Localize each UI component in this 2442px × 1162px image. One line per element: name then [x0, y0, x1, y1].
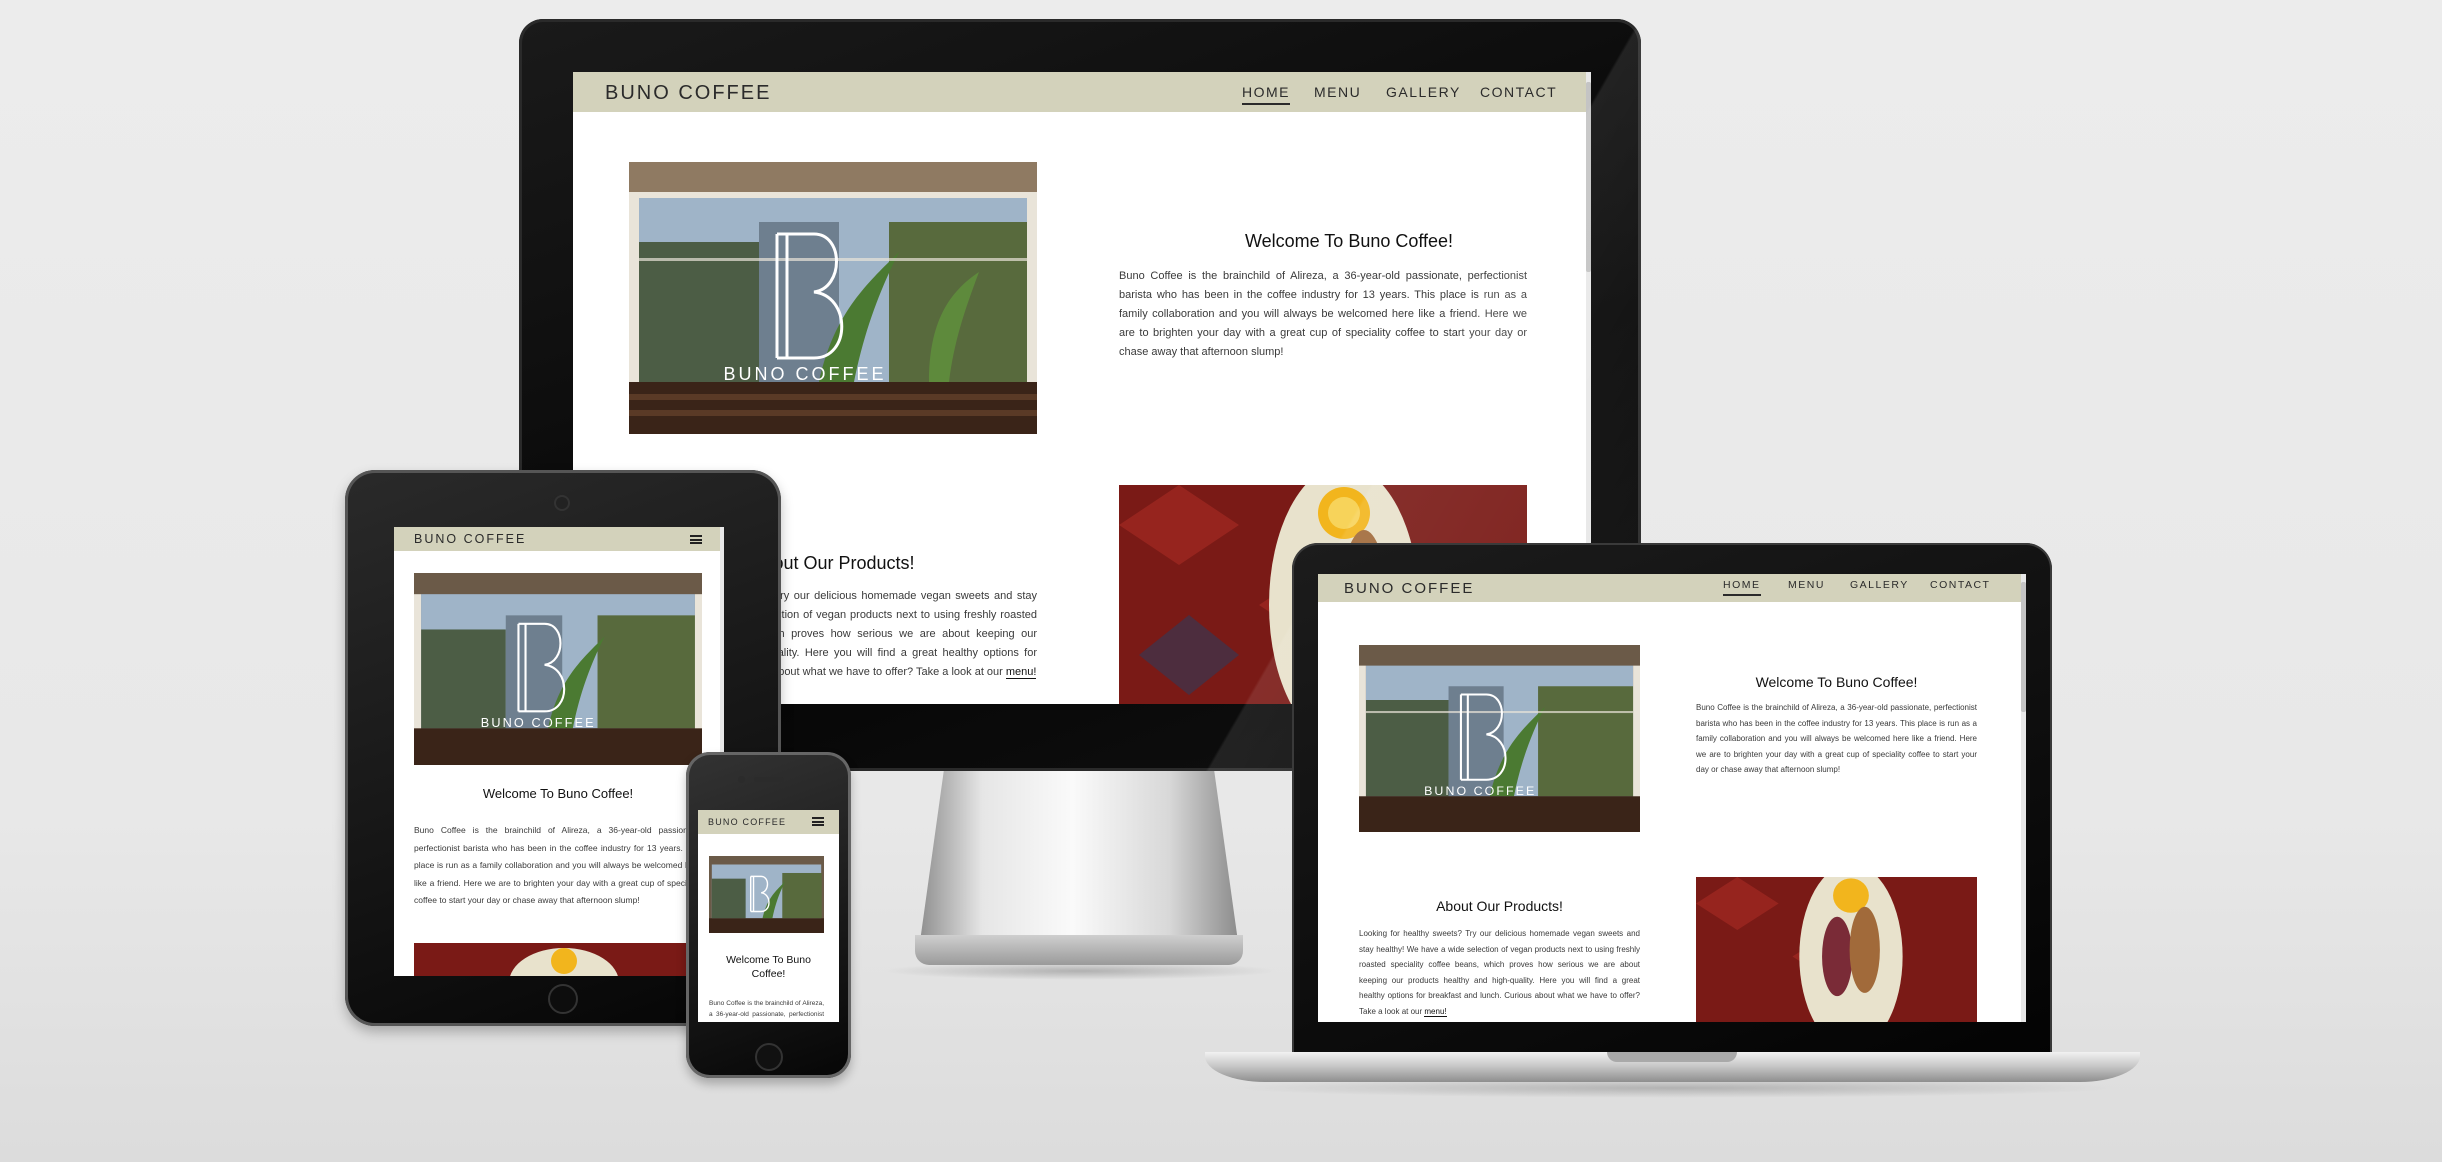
- navbar: BUNO COFFEE: [394, 527, 724, 551]
- welcome-heading: Welcome To Buno Coffee!: [482, 786, 634, 801]
- monitor-stand-neck: [918, 771, 1240, 956]
- brand-logo[interactable]: BUNO COFFEE: [1344, 580, 1474, 597]
- storefront-logo-text: BUNO COFFEE: [1424, 784, 1536, 798]
- navbar: BUNO COFFEE HOME MENU GALLERY CONTACT: [573, 72, 1591, 112]
- brand-logo[interactable]: BUNO COFFEE: [414, 532, 526, 546]
- storefront-logo-text: BUNO COFFEE: [723, 364, 886, 384]
- storefront-image: BUNO COFFEE: [414, 573, 702, 765]
- vegan-sweets-image: [414, 943, 702, 976]
- nav-contact[interactable]: CONTACT: [1480, 84, 1557, 100]
- welcome-heading: Welcome To Buno Coffee!: [1755, 674, 1918, 690]
- scrollbar-thumb[interactable]: [1586, 82, 1591, 272]
- brand-logo[interactable]: BUNO COFFEE: [708, 817, 786, 827]
- nav-home[interactable]: HOME: [1242, 84, 1290, 105]
- nav-menu[interactable]: MENU: [1314, 84, 1361, 100]
- vegan-sweets-image: [1696, 877, 1977, 1022]
- brand-logo[interactable]: BUNO COFFEE: [605, 82, 771, 105]
- laptop-notch: [1607, 1052, 1737, 1062]
- navbar: BUNO COFFEE HOME MENU GALLERY CONTACT: [1318, 574, 2026, 602]
- hamburger-menu-icon[interactable]: [690, 535, 702, 544]
- nav-gallery[interactable]: GALLERY: [1850, 579, 1909, 591]
- storefront-image: [709, 856, 824, 933]
- nav-menu[interactable]: MENU: [1788, 579, 1825, 591]
- welcome-paragraph: Buno Coffee is the brainchild of Alireza…: [709, 1000, 824, 1018]
- tablet-home-button[interactable]: [548, 984, 578, 1014]
- phone-speaker: [754, 777, 784, 782]
- products-paragraph: Looking for healthy sweets? Try our deli…: [1359, 926, 1640, 1019]
- storefront-image: BUNO COFFEE: [629, 162, 1037, 434]
- welcome-heading: Welcome To Buno Coffee!: [1244, 231, 1454, 251]
- nav-contact[interactable]: CONTACT: [1930, 579, 1990, 591]
- welcome-paragraph: Buno Coffee is the brainchild of Alireza…: [1119, 270, 1527, 358]
- phone-camera: [738, 776, 745, 783]
- navbar: BUNO COFFEE: [698, 810, 839, 834]
- products-heading: About Our Products!: [1436, 898, 1563, 914]
- welcome-heading-line1: Welcome To Buno: [726, 954, 811, 966]
- laptop-screen: BUNO COFFEE HOME MENU GALLERY CONTACT BU…: [1318, 574, 2026, 1022]
- phone-home-button[interactable]: [755, 1043, 783, 1071]
- nav-home[interactable]: HOME: [1723, 579, 1761, 596]
- scrollbar-thumb[interactable]: [2021, 582, 2026, 712]
- monitor-stand-base: [915, 935, 1243, 965]
- welcome-paragraph: Buno Coffee is the brainchild of Alireza…: [414, 825, 702, 905]
- phone-screen: BUNO COFFEE Welcome To Buno Coffee! Buno…: [698, 810, 839, 1022]
- hamburger-menu-icon[interactable]: [812, 817, 824, 826]
- menu-link[interactable]: menu!: [1005, 666, 1037, 679]
- tablet-screen: BUNO COFFEE BUNO COFFEE Welcome To Buno …: [394, 527, 724, 976]
- storefront-image: BUNO COFFEE: [1359, 645, 1640, 832]
- storefront-logo-text: BUNO COFFEE: [481, 716, 596, 730]
- welcome-heading-line2: Coffee!: [751, 968, 786, 980]
- tablet-camera: [556, 497, 568, 509]
- products-text: Looking for healthy sweets? Try our deli…: [1359, 929, 1640, 1016]
- nav-gallery[interactable]: GALLERY: [1386, 84, 1461, 100]
- welcome-paragraph: Buno Coffee is the brainchild of Alireza…: [1696, 703, 1977, 774]
- menu-link[interactable]: menu!: [1424, 1006, 1447, 1017]
